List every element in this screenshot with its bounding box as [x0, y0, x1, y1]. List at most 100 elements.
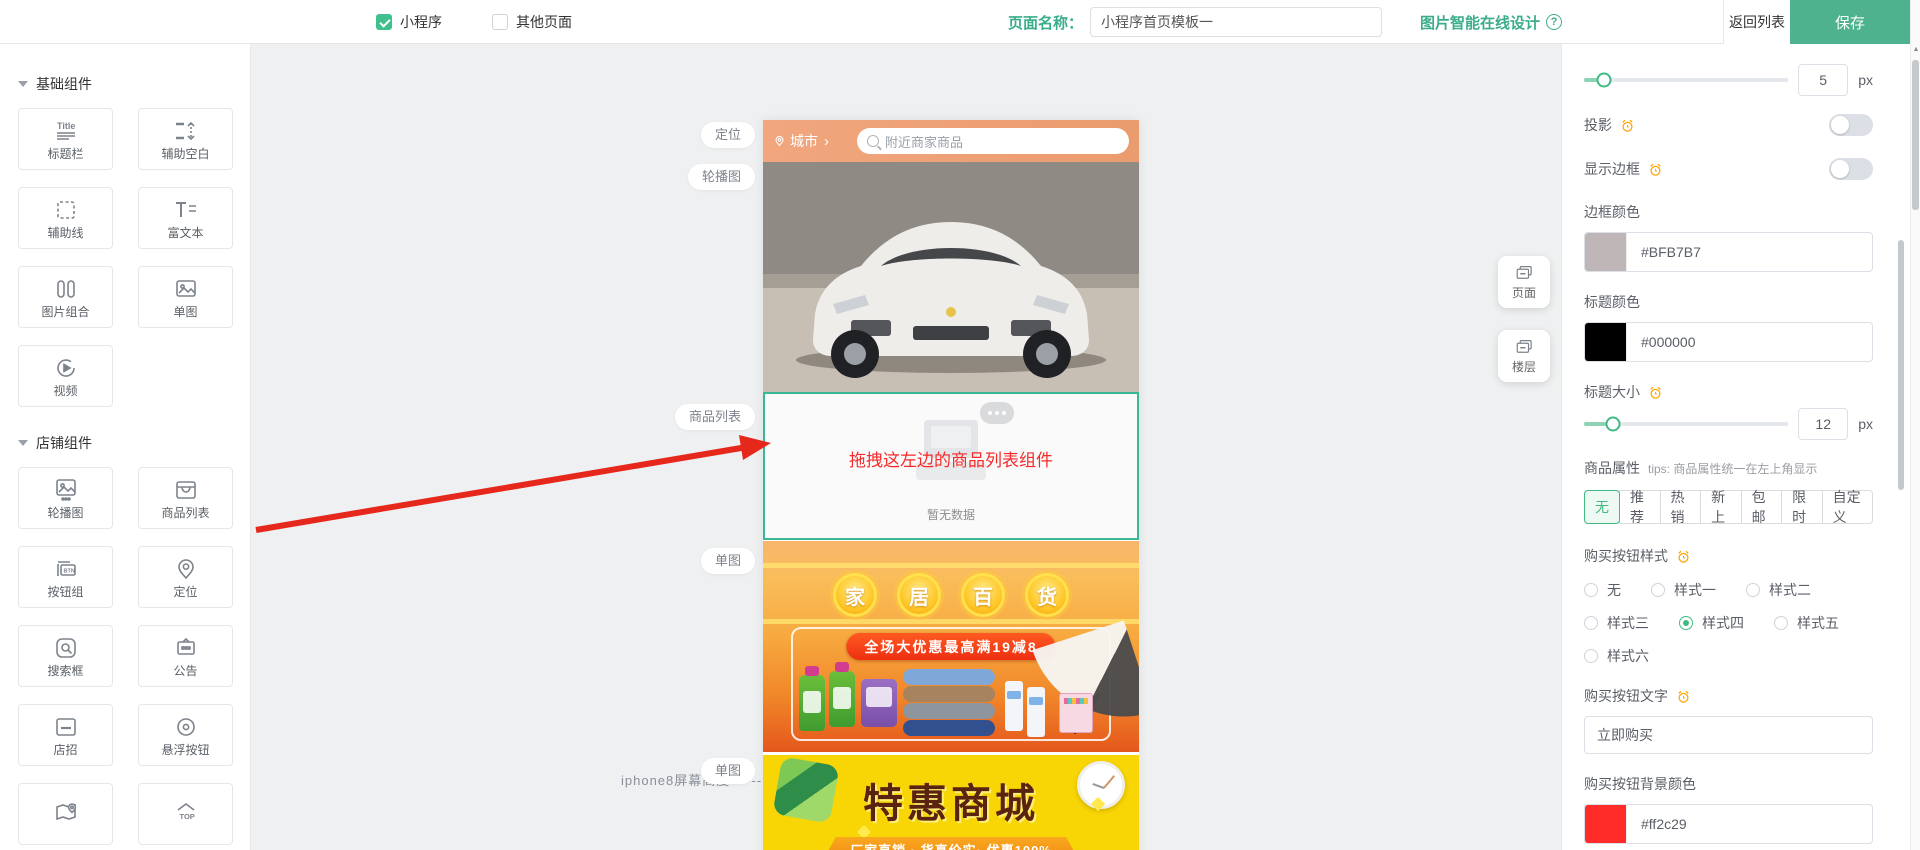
design-canvas: 定位 轮播图 商品列表 单图 iphone8屏幕高度------ 单图 城市 ›… [251, 44, 1561, 850]
single-image-household-banner[interactable]: 家 居 百 货 全场大优惠最高满19减8 [763, 541, 1139, 752]
style-option-6[interactable]: 样式六 [1584, 646, 1649, 666]
attr-option-freeship[interactable]: 包邮 [1741, 490, 1783, 524]
show-border-toggle[interactable] [1829, 158, 1873, 180]
section-shop-components[interactable]: 店铺组件 [18, 433, 232, 453]
tile-guide-line[interactable]: 辅助线 [18, 187, 113, 249]
style-option-2[interactable]: 样式二 [1746, 580, 1811, 600]
panel-scrollbar-thumb[interactable] [1898, 240, 1904, 490]
page-scrollbar[interactable]: ▲ [1910, 0, 1920, 850]
help-icon[interactable]: ? [1546, 14, 1562, 30]
buy-btn-text-input[interactable] [1584, 716, 1873, 754]
border-color-field[interactable]: #BFB7B7 [1584, 232, 1873, 272]
attr-option-limited[interactable]: 限时 [1781, 490, 1823, 524]
spacing-value-input[interactable] [1798, 64, 1848, 96]
spacing-slider-row: px [1584, 64, 1873, 96]
border-color-swatch[interactable] [1585, 233, 1627, 271]
miniprogram-checkbox-group[interactable]: 小程序 [376, 0, 442, 44]
tile-shop-sign[interactable]: 店招 [18, 704, 113, 766]
title-size-label: 标题大小 [1584, 382, 1640, 402]
tile-rich-text[interactable]: 富文本 [138, 187, 233, 249]
collapse-arrow-icon [18, 81, 28, 87]
page-scrollbar-thumb[interactable] [1912, 60, 1919, 210]
tile-search-box[interactable]: 搜索框 [18, 625, 113, 687]
title-size-slider[interactable] [1584, 422, 1788, 426]
pages-button[interactable]: 页面 [1498, 256, 1550, 308]
miniprogram-checkbox-label: 小程序 [400, 12, 442, 32]
slider-thumb[interactable] [1605, 417, 1620, 432]
single-image-mall-banner[interactable]: 特惠商城 厂家直销 · 货真价实· 优惠100% [763, 755, 1139, 850]
tile-carousel[interactable]: 轮播图 [18, 467, 113, 529]
tile-single-image[interactable]: 单图 [138, 266, 233, 328]
svg-text:TOP: TOP [179, 812, 194, 821]
tile-button-group[interactable]: BTN 按钮组 [18, 546, 113, 608]
attr-option-custom[interactable]: 自定义 [1822, 490, 1873, 524]
attr-option-none[interactable]: 无 [1584, 490, 1620, 524]
drag-hint-text: 拖拽这左边的商品列表组件 [765, 446, 1137, 471]
smart-design-link[interactable]: 图片智能在线设计 ? [1420, 0, 1562, 44]
title-size-input[interactable] [1798, 408, 1848, 440]
tile-notice[interactable]: 公告 [138, 625, 233, 687]
style-option-5[interactable]: 样式五 [1774, 613, 1839, 633]
towel [903, 720, 995, 736]
detergent-pouch [861, 679, 897, 727]
attr-option-hot[interactable]: 热销 [1660, 490, 1702, 524]
scroll-up-arrow-icon[interactable]: ▲ [1911, 46, 1920, 53]
spacing-slider[interactable] [1584, 78, 1788, 82]
shop-sign-icon [53, 714, 79, 740]
tissue-pack [1059, 693, 1093, 733]
tile-product-list[interactable]: 商品列表 [138, 467, 233, 529]
product-list-component[interactable]: 拖拽这左边的商品列表组件 暂无数据 [763, 392, 1139, 540]
city-selector[interactable]: 城市 › [773, 131, 829, 151]
buy-btn-style-options: 无 样式一 样式二 样式三 样式四 样式五 样式六 [1584, 580, 1873, 666]
product-attr-label: 商品属性 [1584, 460, 1640, 476]
toothpaste [1005, 681, 1023, 731]
style-option-none[interactable]: 无 [1584, 580, 1621, 600]
other-pages-checkbox[interactable] [492, 14, 508, 30]
tile-spacer[interactable]: 辅助空白 [138, 108, 233, 170]
miniprogram-checkbox[interactable] [376, 14, 392, 30]
notice-icon [173, 635, 199, 661]
tile-map[interactable] [18, 783, 113, 845]
carousel-icon [53, 477, 79, 503]
search-input[interactable]: 附近商家商品 [857, 128, 1129, 154]
attr-option-recommend[interactable]: 推荐 [1619, 490, 1661, 524]
page-builder-app: 小程序 其他页面 页面名称： 图片智能在线设计 ? 返回列表 保存 基础组件 T… [0, 0, 1920, 850]
shadow-toggle[interactable] [1829, 114, 1873, 136]
page-name-input[interactable] [1090, 7, 1382, 37]
tile-video[interactable]: 视频 [18, 345, 113, 407]
pages-icon [1514, 264, 1534, 282]
buy-btn-bg-color-swatch[interactable] [1585, 805, 1627, 843]
title-color-swatch[interactable] [1585, 323, 1627, 361]
tile-title-bar[interactable]: Title 标题栏 [18, 108, 113, 170]
household-coin-row: 家 居 百 货 [763, 573, 1139, 617]
ellipsis-bubble-icon [980, 402, 1014, 424]
tile-back-to-top[interactable]: TOP [138, 783, 233, 845]
attr-option-new[interactable]: 新上 [1700, 490, 1742, 524]
floors-button[interactable]: 楼层 [1498, 330, 1550, 382]
tile-floating-button[interactable]: 悬浮按钮 [138, 704, 233, 766]
buy-btn-bg-color-field[interactable]: #ff2c29 [1584, 804, 1873, 844]
style-option-4[interactable]: 样式四 [1679, 613, 1744, 633]
section-basic-components[interactable]: 基础组件 [18, 74, 232, 94]
tile-location[interactable]: 定位 [138, 546, 233, 608]
detergent-bottle [799, 675, 825, 731]
floating-button-icon [173, 714, 199, 740]
shadow-label: 投影 [1584, 115, 1612, 135]
back-to-list-button[interactable]: 返回列表 [1723, 0, 1790, 44]
save-button[interactable]: 保存 [1790, 0, 1910, 44]
slider-thumb[interactable] [1597, 73, 1612, 88]
basic-components-grid: Title 标题栏 辅助空白 辅助线 富文本 [18, 108, 232, 407]
topbar: 小程序 其他页面 页面名称： 图片智能在线设计 ? 返回列表 保存 [0, 0, 1910, 44]
other-pages-checkbox-group[interactable]: 其他页面 [492, 0, 572, 44]
location-bar-component[interactable]: 城市 › 附近商家商品 [763, 120, 1139, 162]
label-carousel: 轮播图 [688, 164, 755, 190]
label-product-list: 商品列表 [675, 404, 755, 430]
tile-image-group[interactable]: 图片组合 [18, 266, 113, 328]
promo-text: 全场大优惠最高满19减8 [846, 633, 1055, 660]
carousel-component[interactable] [763, 162, 1139, 392]
title-color-field[interactable]: #000000 [1584, 322, 1873, 362]
location-pin-icon [773, 134, 786, 148]
style-option-1[interactable]: 样式一 [1651, 580, 1716, 600]
label-location: 定位 [701, 122, 755, 148]
style-option-3[interactable]: 样式三 [1584, 613, 1649, 633]
